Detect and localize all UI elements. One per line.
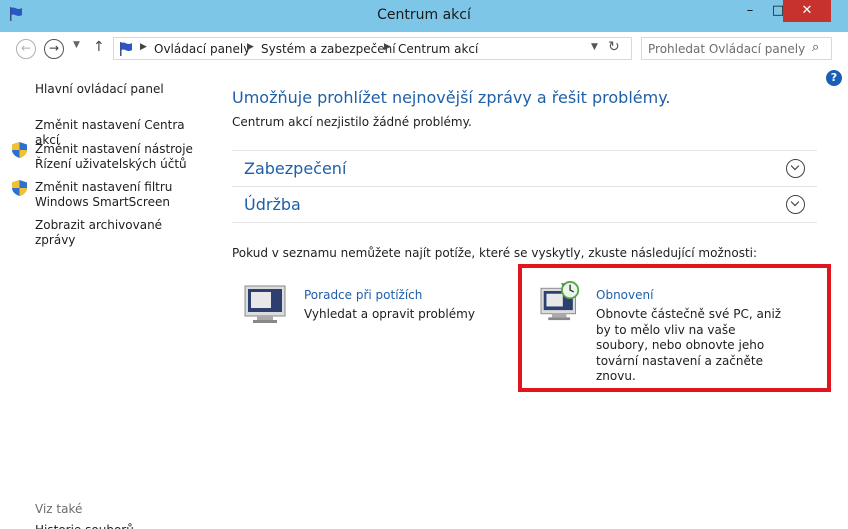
breadcrumb-separator-icon[interactable]: ▶ [247,42,254,52]
uac-shield-icon [12,142,27,158]
sidebar-item-archived-messages[interactable]: Zobrazit archivované zprávy [35,218,205,248]
troubleshooting-monitor-icon[interactable] [243,284,291,324]
divider [232,222,817,223]
section-security[interactable]: Zabezpečení [232,150,817,188]
search-input[interactable] [642,38,819,59]
refresh-icon[interactable]: ↻ [608,39,620,55]
uac-shield-icon [12,180,27,196]
breadcrumb-separator-icon[interactable]: ▶ [140,42,147,52]
sidebar: Hlavní ovládací panel Změnit nastavení C… [0,65,205,529]
back-button[interactable]: ← [16,39,36,59]
recent-pages-chevron-icon[interactable]: ▼ [73,40,80,50]
section-maintenance[interactable]: Údržba [232,186,817,224]
address-dropdown-icon[interactable]: ▼ [591,42,598,52]
close-button[interactable]: ✕ [783,0,831,22]
search-box[interactable]: ⌕ [641,37,832,60]
breadcrumb-control-panel[interactable]: Ovládací panely [154,42,250,56]
address-toolbar: ← → ▼ ↑ ▶ Ovládací panely ▶ Systém a zab… [0,32,848,65]
troubleshooting-link[interactable]: Poradce při potížích [304,288,422,302]
title-bar: Centrum akcí – □ ✕ [0,0,848,32]
chevron-down-icon[interactable] [786,159,805,178]
section-maintenance-label: Údržba [244,195,301,214]
sidebar-item-uac-settings[interactable]: Změnit nastavení nástroje Řízení uživate… [35,142,200,172]
section-security-label: Zabezpečení [244,159,347,178]
recovery-highlight-box [518,264,831,392]
see-also-heading: Viz také [35,502,83,516]
chevron-down-icon[interactable] [786,195,805,214]
window-title: Centrum akcí [377,7,471,23]
troubleshooting-description: Vyhledat a opravit problémy [304,307,475,321]
up-arrow-icon[interactable]: ↑ [93,39,105,55]
forward-button[interactable]: → [44,39,64,59]
sidebar-item-smartscreen-settings[interactable]: Změnit nastavení filtru Windows SmartScr… [35,180,185,210]
sidebar-item-control-panel-home[interactable]: Hlavní ovládací panel [35,82,164,97]
status-message: Centrum akcí nezjistilo žádné problémy. [232,115,472,129]
options-hint: Pokud v seznamu nemůžete najít potíže, k… [232,246,758,260]
control-panel-flag-icon [120,42,132,56]
breadcrumb-separator-icon[interactable]: ▶ [384,42,391,52]
search-icon[interactable]: ⌕ [812,40,819,55]
page-title: Umožňuje prohlížet nejnovější zprávy a ř… [232,88,671,107]
breadcrumb-system-security[interactable]: Systém a zabezpečení [261,42,396,56]
sidebar-item-file-history[interactable]: Historie souborů [35,523,134,529]
minimize-button[interactable]: – [736,0,764,22]
breadcrumb-action-center[interactable]: Centrum akcí [398,42,478,56]
address-field[interactable]: ▶ Ovládací panely ▶ Systém a zabezpečení… [113,37,632,60]
help-icon[interactable]: ? [826,70,842,86]
